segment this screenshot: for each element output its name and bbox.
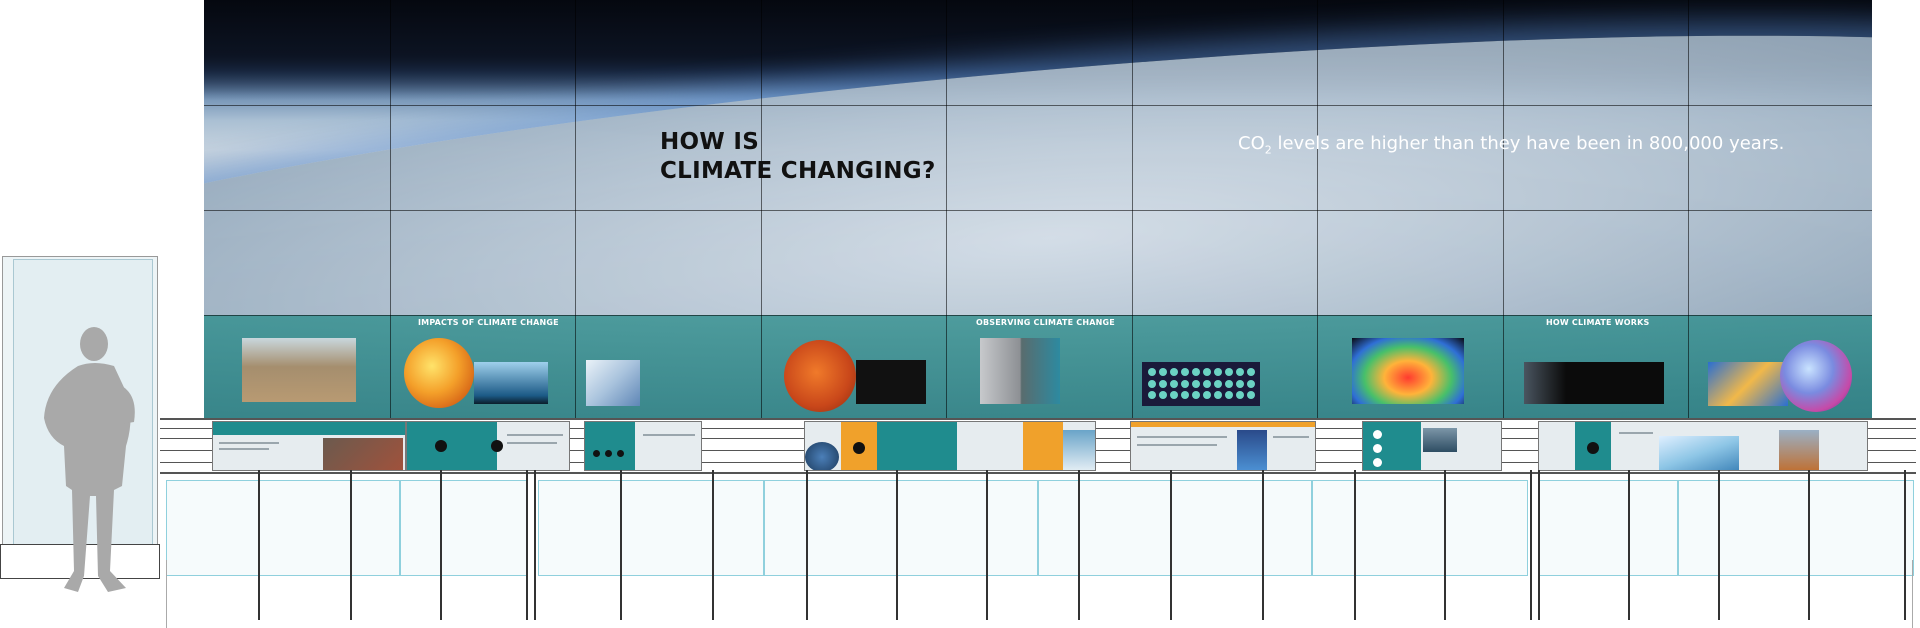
kiosk-panel-5 [1130,421,1316,471]
co2-fact-prefix: CO [1238,133,1265,154]
kiosk-panel-1 [212,421,406,471]
flood-photo [242,338,356,402]
section-label-impacts: IMPACTS OF CLIMATE CHANGE [418,318,559,327]
kiosk-panel-2 [406,421,570,471]
base-cabinet-1 [166,480,400,576]
ice-comparison-photo [980,338,1060,404]
atmosphere-globe [1780,340,1852,412]
section-label-how-climate-works: HOW CLIMATE WORKS [1546,318,1650,327]
video-wall: HOW IS CLIMATE CHANGING? CO2 levels are … [204,0,1872,420]
co2-fact-subscript: 2 [1264,143,1272,157]
wall-title: HOW IS CLIMATE CHANGING? [660,128,936,186]
kiosk-panel-6 [1362,421,1502,471]
silhouette-photo [474,362,548,404]
ocean-model-visualization [1352,338,1464,404]
kiosk-panel-4 [804,421,1096,471]
wall-title-line-1: HOW IS [660,129,760,155]
base-cabinet-6 [1312,480,1528,576]
human-scale-figure [44,327,135,592]
climate-data-grid [1142,362,1260,406]
ocean-temperature-globe [404,338,474,408]
wall-title-line-2: CLIMATE CHANGING? [660,158,936,184]
kiosk-panel-3 [584,421,702,471]
co2-fact: CO2 levels are higher than they have bee… [1238,133,1784,157]
glacier-satellite-image [586,360,640,406]
kiosk-panel-7 [1538,421,1868,471]
ocean-currents-map [1708,362,1788,406]
sun-image [784,340,856,412]
co2-fact-rest: levels are higher than they have been in… [1271,133,1785,154]
base-cabinet-8 [1678,480,1914,576]
earth-sun-orbit-diagram [1524,362,1664,404]
section-label-observing: OBSERVING CLIMATE CHANGE [976,318,1115,327]
base-cabinet-2 [400,480,528,576]
base-cabinet-3 [538,480,764,576]
base-cabinet-7 [1538,480,1678,576]
temperature-record-chart [856,360,926,404]
